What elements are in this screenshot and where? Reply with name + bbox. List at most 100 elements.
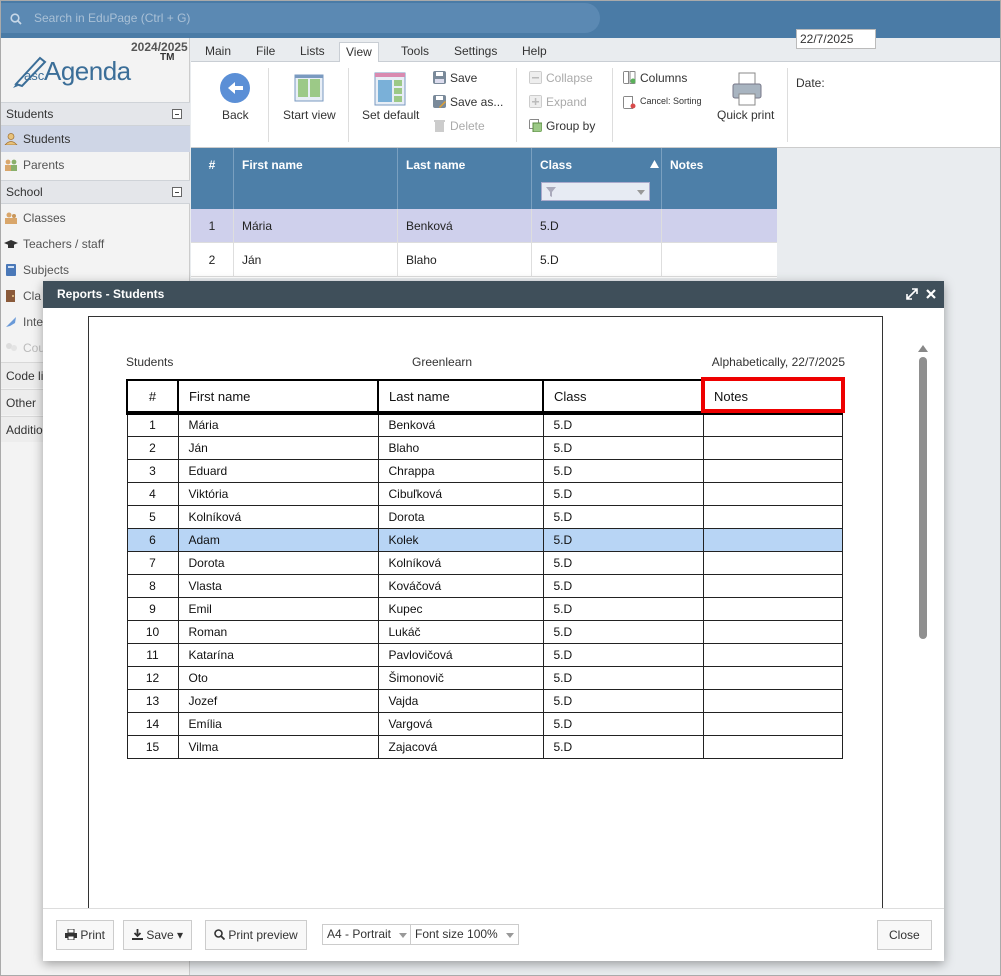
tab-lists[interactable]: Lists: [294, 42, 331, 62]
grid-header-class[interactable]: Class: [532, 148, 662, 209]
columns-icon: [623, 71, 636, 84]
sidebar-section-students[interactable]: Students: [0, 102, 190, 126]
sidebar-item-parents[interactable]: Parents: [0, 152, 190, 178]
close-button[interactable]: Close: [877, 920, 932, 950]
cell-num: 13: [126, 688, 179, 713]
filter-icon: [546, 187, 556, 197]
door-icon: [6, 290, 15, 302]
start-view-icon: [294, 74, 324, 102]
cancel-sorting-button[interactable]: Cancel: Sorting: [623, 96, 702, 109]
sidebar-section-school[interactable]: School: [0, 180, 190, 204]
close-icon[interactable]: [925, 288, 937, 300]
collapse-button[interactable]: Collapse: [529, 71, 593, 85]
cell-first-name: Dorota: [177, 550, 379, 575]
date-label: Date:: [796, 76, 825, 90]
collapse-section-icon[interactable]: [172, 187, 182, 197]
start-view-label: Start view: [283, 108, 336, 122]
scrollbar-thumb[interactable]: [919, 357, 927, 639]
grid-header-notes[interactable]: Notes: [662, 148, 777, 209]
start-view-button[interactable]: Start view: [279, 70, 343, 130]
cancel-sorting-icon: [623, 96, 636, 109]
grid-header-first-name[interactable]: First name: [234, 148, 398, 209]
save-view-button[interactable]: Save: [433, 71, 477, 85]
ribbon-divider: [348, 68, 349, 142]
cell-last-name: Benková: [377, 412, 544, 437]
grid-header-last-name[interactable]: Last name: [398, 148, 532, 209]
group-by-button[interactable]: Group by: [529, 119, 595, 133]
paper-size-value: A4 - Portrait: [327, 927, 392, 941]
collapse-section-icon[interactable]: [172, 109, 182, 119]
cell-class: 5.D: [542, 642, 704, 667]
cell-class: 5.D: [542, 688, 704, 713]
paper-size-select[interactable]: A4 - Portrait: [322, 924, 413, 945]
cell-first-name: Ján: [234, 243, 398, 277]
caret-down-icon: ▾: [177, 928, 184, 942]
search-box[interactable]: [0, 3, 600, 33]
dialog-title: Reports - Students: [57, 287, 165, 301]
tab-view[interactable]: View: [339, 42, 379, 63]
cell-notes: [702, 619, 843, 644]
report-scrollbar[interactable]: [916, 341, 930, 908]
expand-button[interactable]: Expand: [529, 95, 587, 109]
tab-help[interactable]: Help: [516, 42, 553, 62]
sidebar-item-classes[interactable]: Classes: [0, 205, 190, 231]
save-as-icon: [433, 95, 446, 108]
cell-last-name: Zajacová: [377, 734, 544, 759]
tab-tools[interactable]: Tools: [395, 42, 435, 62]
delete-view-button[interactable]: Delete: [433, 119, 485, 133]
save-as-label: Save as...: [450, 95, 504, 109]
cell-first-name: Emília: [177, 711, 379, 736]
grid-header-num[interactable]: #: [191, 148, 234, 209]
maximize-icon[interactable]: [906, 288, 918, 300]
section-label: Students: [6, 107, 54, 121]
logo-prefix: asc: [24, 68, 45, 83]
download-icon: [132, 929, 143, 940]
sidebar-item-subjects[interactable]: Subjects: [0, 257, 190, 283]
date-input[interactable]: [796, 29, 876, 49]
cell-first-name: Oto: [177, 665, 379, 690]
columns-button[interactable]: Columns: [623, 71, 687, 85]
grid-row-selected[interactable]: 1 Mária Benková 5.D: [191, 209, 777, 243]
print-button[interactable]: Print: [56, 920, 115, 950]
cell-class: 5.D: [542, 596, 704, 621]
scroll-up-arrow-icon[interactable]: [918, 345, 928, 352]
cell-num: 9: [126, 596, 179, 621]
tab-settings[interactable]: Settings: [448, 42, 503, 62]
tab-main[interactable]: Main: [199, 42, 237, 62]
cell-last-name: Pavlovičová: [377, 642, 544, 667]
cell-class: 5.D: [542, 458, 704, 483]
cell-last-name: Blaho: [398, 243, 532, 277]
expand-icon: [529, 95, 542, 108]
cell-num: 10: [126, 619, 179, 644]
chevron-down-icon: [505, 933, 514, 938]
save-dropdown-button[interactable]: Save ▾: [123, 920, 193, 950]
search-input[interactable]: [34, 7, 574, 29]
cell-last-name: Vajda: [377, 688, 544, 713]
logo-trademark: TM: [160, 52, 175, 63]
report-col-num: #: [126, 379, 179, 415]
set-default-button[interactable]: Set default: [359, 70, 423, 130]
cell-last-name: Kupec: [377, 596, 544, 621]
cell-class: 5.D: [542, 481, 704, 506]
report-col-first-name: First name: [177, 379, 379, 415]
grid-row[interactable]: 2 Ján Blaho 5.D: [191, 243, 777, 277]
report-row: 10 Roman Lukáč 5.D: [126, 619, 843, 644]
report-col-last-name: Last name: [377, 379, 544, 415]
tab-file[interactable]: File: [250, 42, 281, 62]
cell-class: 5.D: [542, 504, 704, 529]
font-size-value: Font size 100%: [415, 927, 498, 941]
sidebar-item-label: Other: [6, 396, 37, 410]
search-icon: [10, 13, 22, 25]
report-row: 9 Emil Kupec 5.D: [126, 596, 843, 621]
cell-last-name: Kolníková: [377, 550, 544, 575]
quick-print-button[interactable]: Quick print: [713, 70, 779, 130]
font-size-select[interactable]: Font size 100%: [410, 924, 519, 945]
cell-num: 3: [126, 458, 179, 483]
class-filter-dropdown[interactable]: [541, 182, 650, 201]
back-button[interactable]: Back: [213, 70, 259, 130]
sidebar-item-teachers[interactable]: Teachers / staff: [0, 231, 190, 257]
cell-notes: [702, 642, 843, 667]
sidebar-item-students[interactable]: Students: [0, 126, 190, 152]
print-preview-button[interactable]: Print preview: [205, 920, 307, 950]
save-as-button[interactable]: Save as...: [433, 95, 503, 109]
